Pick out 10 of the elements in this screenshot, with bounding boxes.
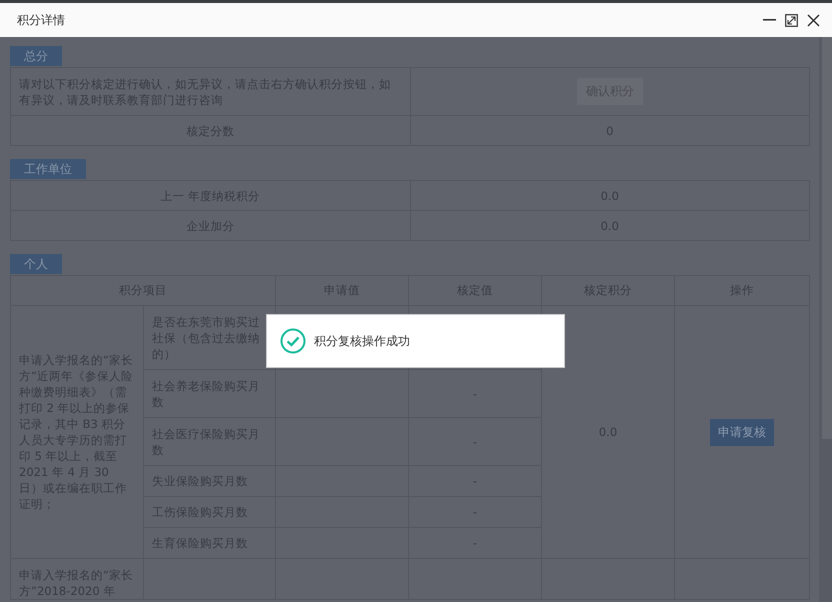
- check-circle-icon: [280, 328, 306, 354]
- minimize-icon: [762, 19, 776, 21]
- window-title: 积分详情: [17, 12, 66, 28]
- scrollbar-thumb[interactable]: [822, 37, 832, 439]
- maximize-button[interactable]: [784, 13, 798, 27]
- maximize-icon: [784, 14, 798, 26]
- toast-message: 积分复核操作成功: [314, 332, 410, 350]
- review-button[interactable]: 申请复核: [710, 418, 774, 446]
- close-button[interactable]: [806, 13, 820, 27]
- close-icon: [806, 14, 820, 26]
